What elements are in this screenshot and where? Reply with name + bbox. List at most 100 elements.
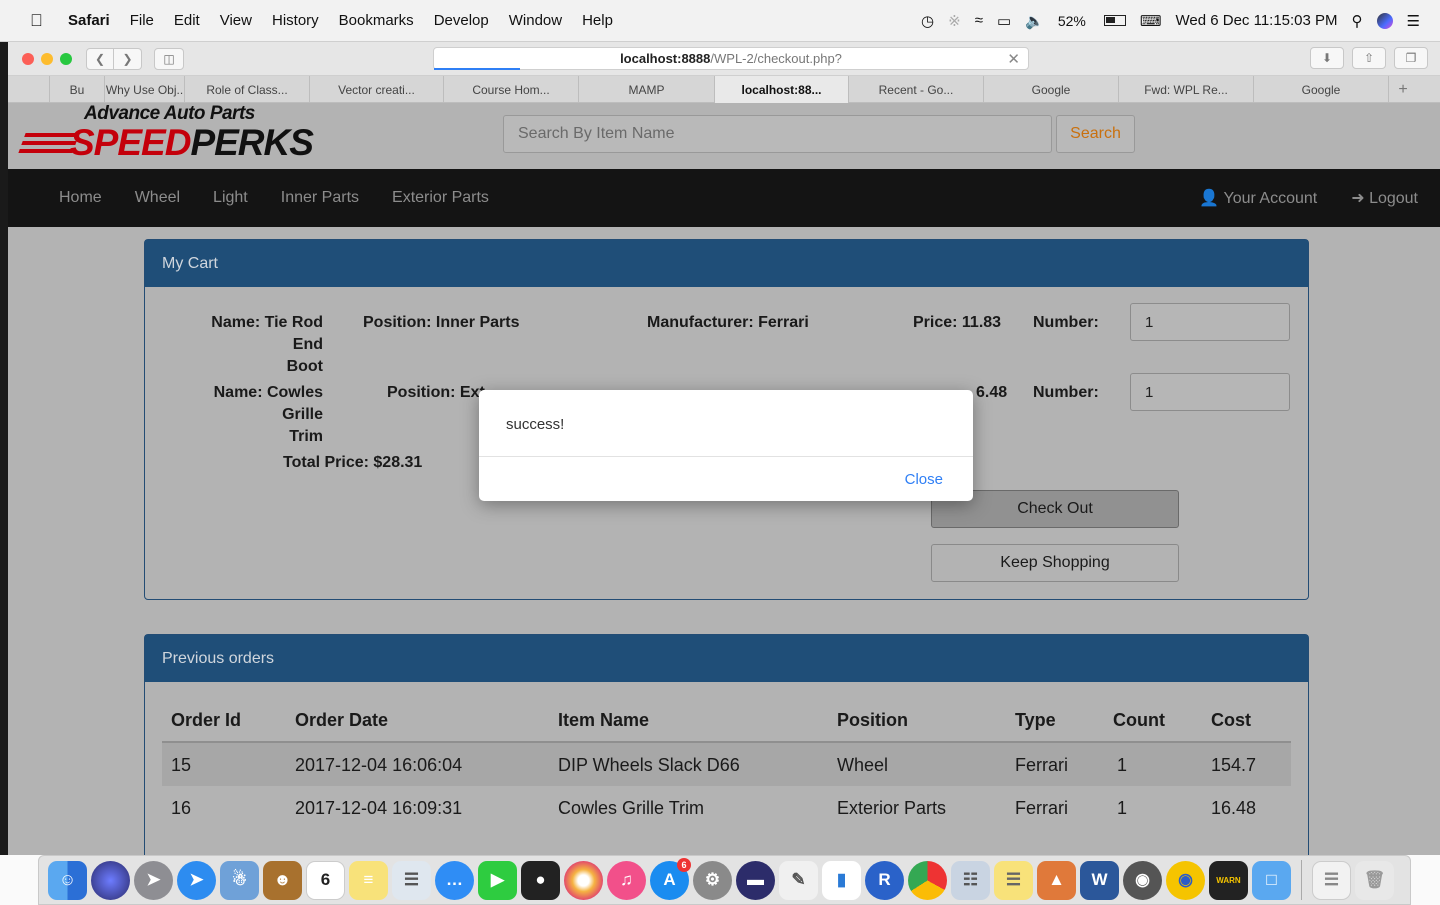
trash-icon[interactable]: 🗑 [1355,860,1394,900]
siri-dock-icon[interactable] [91,860,130,900]
apple-menu-icon[interactable]:  [30,11,60,31]
menu-develop[interactable]: Develop [434,12,489,29]
logout-link[interactable]: ➜ Logout [1351,188,1418,208]
nav-light[interactable]: Light [213,189,248,207]
address-bar[interactable]: localhost:8888/WPL-2/checkout.php? ✕ [433,47,1029,70]
r-icon[interactable]: R [865,860,904,900]
photos-icon[interactable] [564,860,603,900]
stickies-icon[interactable]: ☰ [994,860,1033,900]
tab-bu[interactable]: Bu [50,76,105,103]
forward-button[interactable]: ❯ [114,47,142,70]
nav-exterior-parts[interactable]: Exterior Parts [392,189,489,207]
time-machine-icon[interactable]: ◷ [921,12,934,30]
eclipse-icon[interactable]: ▬ [736,860,775,900]
tab-google-1[interactable]: Google [984,76,1119,103]
photo-booth-icon[interactable]: ● [521,860,560,900]
tab-why-use-obj[interactable]: Why Use Obj.. [105,76,185,103]
stop-loading-icon[interactable]: ✕ [1007,50,1020,68]
sidebar-toggle-button[interactable]: ◫ [154,47,184,70]
itunes-icon[interactable]: ♫ [607,860,646,900]
share-icon[interactable]: ⇧ [1352,47,1386,69]
volume-icon[interactable]: 🔈 [1025,12,1044,30]
tab-google-2[interactable]: Google [1254,76,1389,103]
battery-icon[interactable] [1103,15,1126,26]
cart-item-2-quantity-input[interactable]: 1 [1130,373,1290,411]
menu-help[interactable]: Help [582,12,613,29]
sequel-pro-icon[interactable]: ◉ [1123,860,1162,900]
tab-recent[interactable]: Recent - Go... [849,76,984,103]
cart-item-1-number-label: Number: [1033,314,1099,331]
app-store-icon[interactable]: A6 [650,857,691,900]
launchpad-icon[interactable]: ➤ [134,860,173,900]
bluetooth-icon[interactable]: ※ [948,12,961,30]
toolbar-right: ⬇ ⇧ ❐ [1310,47,1428,69]
reminders-icon[interactable]: ☰ [392,860,431,900]
cart-total-price: Total Price: $28.31 [283,454,423,471]
search-button[interactable]: Search [1056,115,1135,153]
input-source-icon[interactable]: ⌨ [1140,12,1162,30]
back-button[interactable]: ❮ [86,47,114,70]
airplay-icon[interactable]: ▭ [997,12,1011,30]
contacts-icon[interactable]: ☻ [263,860,302,900]
alert-divider [479,456,973,457]
downloads-icon[interactable]: ⬇ [1310,47,1344,69]
system-preferences-icon[interactable]: ⚙ [693,860,732,900]
clock[interactable]: Wed 6 Dec 11:15:03 PM [1176,12,1338,29]
close-window-icon[interactable] [22,52,34,65]
notification-center-icon[interactable]: ☰ [1407,12,1420,30]
siri-icon[interactable] [1376,12,1393,29]
tab-role-of-class[interactable]: Role of Class... [185,76,310,103]
menu-edit[interactable]: Edit [174,12,200,29]
order-id: 15 [171,755,192,775]
site-logo[interactable]: Advance Auto Parts SPEED PERKS [18,103,314,164]
textedit-icon[interactable]: ✎ [779,860,818,900]
messages-icon[interactable]: … [435,860,474,900]
tab-localhost[interactable]: localhost:88... [715,76,849,103]
nav-inner-parts[interactable]: Inner Parts [281,189,359,207]
tab-fwd-wpl[interactable]: Fwd: WPL Re... [1119,76,1254,103]
nav-home[interactable]: Home [59,189,102,207]
safari-icon[interactable]: ➤ [177,860,216,900]
image-capture-icon[interactable]: ☷ [951,860,990,900]
new-tab-button[interactable]: + [1389,76,1417,103]
preview-icon[interactable]: ☃ [220,860,259,900]
alert-close-button[interactable]: Close [905,471,943,488]
notes-icon[interactable]: ≡ [349,860,388,900]
word-icon[interactable]: W [1080,860,1119,900]
nav-buttons: ❮ ❯ [86,47,142,70]
keynote-icon[interactable]: □ [1252,860,1291,900]
menu-file[interactable]: File [130,12,154,29]
minimize-window-icon[interactable] [41,52,53,65]
tab-vector-creation[interactable]: Vector creati... [310,76,444,103]
menu-view[interactable]: View [220,12,252,29]
documents-stack-icon[interactable]: ☰ [1312,860,1351,900]
your-account-link[interactable]: 👤 Your Account [1199,188,1317,208]
search-input[interactable]: Search By Item Name [503,115,1052,153]
nav-wheel[interactable]: Wheel [135,189,180,207]
zoom-window-icon[interactable] [60,52,72,65]
user-icon: 👤 [1199,190,1220,207]
battery-percent[interactable]: 52% [1058,13,1086,29]
calendar-icon[interactable]: 6 [306,860,345,900]
tab-course-home[interactable]: Course Hom... [444,76,579,103]
menu-history[interactable]: History [272,12,319,29]
console-icon[interactable]: WARN [1209,860,1248,900]
tabs-overview-icon[interactable]: ❐ [1394,47,1428,69]
vlc-icon[interactable]: ◉ [1166,860,1205,900]
numbers-icon[interactable]: ▮ [822,860,861,900]
facetime-icon[interactable]: ▶ [478,860,517,900]
cart-item-2-name-line1: Name: Cowles Grille [213,384,323,423]
wifi-icon[interactable]: ≈ [975,12,983,29]
tab-mamp[interactable]: MAMP [579,76,715,103]
url-host: localhost:8888 [620,51,711,66]
matlab-icon[interactable]: ▲ [1037,860,1076,900]
menu-app-safari[interactable]: Safari [68,12,110,29]
finder-icon[interactable]: ☺ [48,860,87,900]
keep-shopping-button[interactable]: Keep Shopping [931,544,1179,582]
menu-window[interactable]: Window [509,12,562,29]
cart-item-1-quantity-input[interactable]: 1 [1130,303,1290,341]
menu-bookmarks[interactable]: Bookmarks [339,12,414,29]
spotlight-icon[interactable]: ⚲ [1352,12,1363,30]
chrome-icon[interactable] [908,860,947,900]
tab-blank[interactable] [8,76,50,103]
